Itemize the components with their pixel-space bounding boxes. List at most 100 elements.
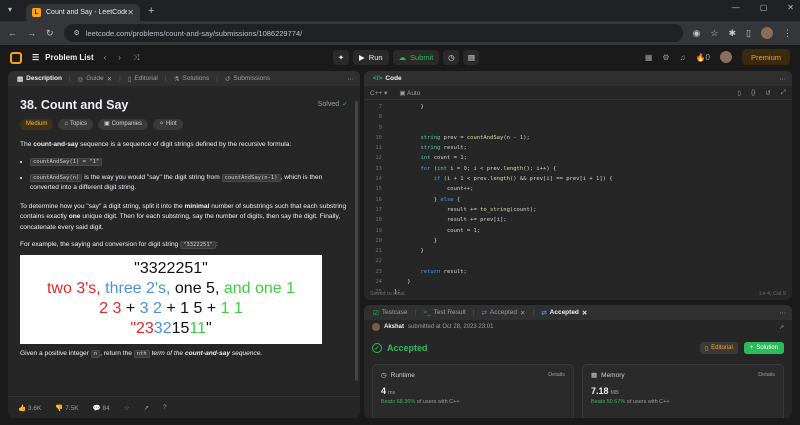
task-paragraph: Given a positive integer n, return the n…: [20, 349, 348, 360]
tab-code[interactable]: </> Code: [370, 75, 405, 82]
shuffle-icon[interactable]: ⤨: [133, 53, 139, 63]
notes-button[interactable]: ▤: [463, 50, 480, 65]
code-line: 22: [364, 256, 792, 266]
tab-close-icon[interactable]: ✕: [127, 8, 134, 17]
profile-avatar[interactable]: [761, 27, 773, 39]
description-scrollbar[interactable]: [355, 101, 358, 381]
runtime-value: 4: [381, 386, 387, 396]
autocomplete-toggle[interactable]: ▣ Auto: [399, 89, 420, 97]
hint-chip[interactable]: ✧ Hint: [153, 118, 183, 130]
notification-icon[interactable]: ♫: [680, 53, 686, 62]
list-item: countAndSay(1) = "1": [30, 157, 348, 168]
runtime-card[interactable]: ◷ Runtime Details 4 ms Beats 68.36% of user…: [372, 364, 574, 418]
premium-button[interactable]: Premium: [741, 49, 790, 65]
tab-testcase[interactable]: ☑ Testcase: [370, 309, 410, 317]
side-panel-icon[interactable]: ▯: [746, 28, 751, 39]
panel-menu-icon[interactable]: ⋯: [348, 75, 355, 83]
tag-icon: ⌂: [64, 120, 68, 127]
tab-description[interactable]: ▤ Description: [14, 75, 65, 83]
settings-icon[interactable]: ⚙: [662, 53, 669, 62]
comments-button[interactable]: 💬 84: [93, 404, 110, 412]
code-text: int count = 1;: [420, 155, 467, 162]
maximize-icon[interactable]: ▢: [760, 3, 768, 12]
timer-button[interactable]: ◷: [443, 50, 460, 65]
submitter-name[interactable]: Akshat: [384, 324, 404, 330]
companies-chip[interactable]: ▣ Companies: [97, 118, 149, 130]
runtime-details-link[interactable]: Details: [548, 372, 565, 378]
code-text: count = 1;: [394, 227, 481, 234]
site-info-icon[interactable]: ⚙: [74, 29, 80, 37]
google-lens-icon[interactable]: ◉: [693, 28, 701, 39]
next-problem-icon[interactable]: ›: [118, 53, 121, 63]
user-avatar[interactable]: [719, 51, 732, 63]
lightbulb-icon: ✧: [159, 120, 165, 127]
share-icon[interactable]: ↗: [144, 404, 149, 412]
difficulty-badge: Medium: [20, 118, 54, 130]
dislike-button[interactable]: 👎 7.5K: [55, 404, 78, 412]
submit-button[interactable]: ☁ Submit: [392, 50, 440, 65]
bookmark-star-icon[interactable]: ☆: [710, 28, 718, 39]
tab-accepted-1[interactable]: ⇄ Accepted ✕: [478, 309, 528, 317]
tab-search-icon[interactable]: ▾: [8, 5, 12, 14]
result-panel-menu-icon[interactable]: ⋯: [780, 309, 787, 317]
tab-solutions[interactable]: ⚗ Solutions: [171, 75, 213, 83]
reload-icon[interactable]: ↻: [46, 28, 54, 39]
window-close-icon[interactable]: ✕: [787, 3, 794, 12]
language-select[interactable]: C++ ▾: [370, 89, 387, 97]
open-external-icon[interactable]: ↗: [779, 324, 784, 331]
accepted-row: ✓ Accepted ▯ Editorial + Solution: [364, 342, 792, 354]
tab-accepted-2-close-icon[interactable]: ✕: [582, 309, 587, 317]
streak-count[interactable]: 🔥0: [696, 53, 710, 62]
tab-guide[interactable]: ◎ Guide ✕: [75, 75, 115, 83]
tab-submissions[interactable]: ↺ Submissions: [222, 75, 273, 83]
tab-description-label: Description: [26, 75, 62, 82]
accepted-tab-icon: ⇄: [481, 309, 487, 317]
bookmark-icon[interactable]: ▯: [737, 89, 741, 97]
topics-chip[interactable]: ⌂ Topics: [58, 118, 93, 130]
list-item: countAndSay(n) is the way you would "say…: [30, 173, 348, 194]
format-braces-icon[interactable]: {}: [751, 89, 755, 97]
leetcode-logo-icon[interactable]: [10, 51, 22, 64]
submission-info: Akshat submitted at Oct 28, 2023 23:01 ↗: [364, 320, 792, 334]
browser-tab[interactable]: L Count and Say - LeetCode ✕: [26, 4, 140, 21]
minimize-icon[interactable]: —: [732, 3, 740, 12]
solution-button[interactable]: + Solution: [743, 342, 784, 354]
code-panel-menu-icon[interactable]: ⋯: [780, 75, 787, 83]
tab-accepted-1-close-icon[interactable]: ✕: [520, 309, 525, 317]
reset-icon[interactable]: ↺: [765, 89, 770, 97]
code-tabs: </> Code ⋯: [364, 71, 792, 86]
url-field[interactable]: ⚙ leetcode.com/problems/count-and-say/su…: [63, 24, 683, 42]
code-line: 21 }: [364, 246, 792, 256]
prev-problem-icon[interactable]: ‹: [104, 53, 107, 63]
solved-status: Solved ✓: [318, 100, 348, 111]
layout-icon[interactable]: ▦: [645, 53, 653, 62]
tab-editorial-label: Editorial: [134, 75, 158, 82]
problem-title[interactable]: 38. Count and Say: [20, 99, 128, 111]
favorite-icon[interactable]: ☆: [124, 404, 130, 412]
img-text: one 5,: [174, 280, 224, 297]
tab-guide-close-icon[interactable]: ✕: [107, 75, 112, 83]
chip-icon: ▦: [591, 372, 598, 379]
forward-icon[interactable]: →: [27, 28, 36, 38]
fullscreen-icon[interactable]: ⤢: [781, 89, 786, 97]
like-button[interactable]: 👍 3.6K: [18, 404, 41, 412]
memory-card[interactable]: ▦ Memory Details 7.18 MB Beats 50.67% of us…: [582, 364, 784, 418]
tab-test-result[interactable]: >_ Test Result: [420, 309, 469, 316]
help-icon[interactable]: ?: [163, 404, 167, 411]
code-editor[interactable]: 7 } 8 9 10 string prev = countAndSay(n - 1)…: [364, 100, 792, 298]
tab-editorial[interactable]: ▯ Editorial: [125, 75, 161, 83]
debug-button[interactable]: ✦: [333, 50, 349, 65]
auto-label: Auto: [406, 89, 421, 97]
new-tab-icon[interactable]: +: [148, 5, 154, 17]
back-icon[interactable]: ←: [8, 28, 17, 38]
memory-details-link[interactable]: Details: [758, 372, 775, 378]
code-line: 7 }: [364, 102, 792, 112]
problem-list-button[interactable]: ☰ Problem List: [32, 53, 94, 62]
code-text: }: [394, 248, 424, 255]
browser-menu-icon[interactable]: ⋮: [783, 28, 792, 39]
line-number: 22: [375, 258, 382, 265]
tab-accepted-2[interactable]: ⇄ Accepted ✕: [538, 309, 590, 317]
editorial-button[interactable]: ▯ Editorial: [699, 342, 738, 354]
extensions-icon[interactable]: ✱: [729, 28, 737, 39]
run-button[interactable]: ▶ Run: [353, 50, 389, 65]
